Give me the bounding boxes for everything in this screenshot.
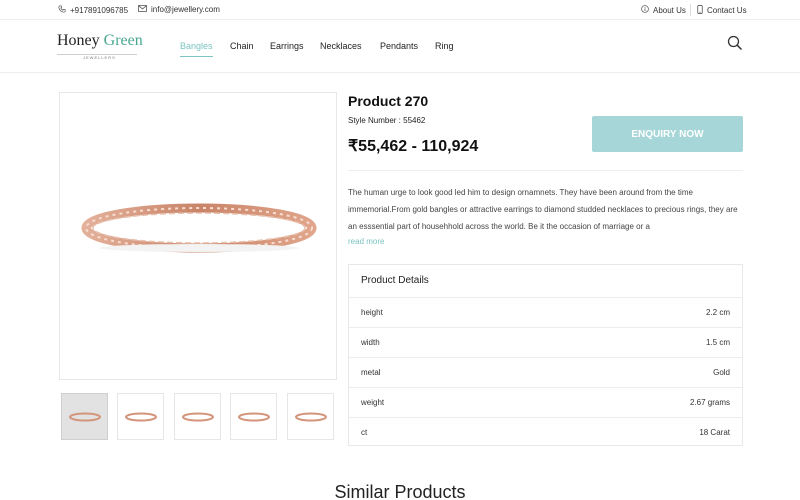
product-details-heading: Product Details: [361, 275, 429, 286]
topbar-divider: [690, 4, 691, 16]
logo-word-honey: Honey: [57, 32, 100, 49]
nav-item-chain[interactable]: Chain: [230, 41, 254, 51]
detail-value: 1.5 cm: [705, 338, 730, 347]
contact-us-link[interactable]: Contact Us: [697, 5, 747, 16]
nav-item-necklaces[interactable]: Necklaces: [320, 41, 362, 51]
detail-label: weight: [361, 398, 385, 407]
detail-label: metal: [361, 368, 381, 377]
product-details-table: Product Details height 2.2 cm width 1.5 …: [348, 264, 743, 446]
logo-tagline: JEWELLERS: [83, 55, 116, 60]
thumbnail-1[interactable]: [61, 393, 108, 440]
detail-value: 2.2 cm: [705, 308, 730, 317]
mobile-icon: [697, 5, 703, 16]
product-title: Product 270: [348, 93, 429, 109]
logo-word-green: Green: [103, 32, 143, 49]
info-icon: [641, 5, 649, 15]
table-row: ct 18 Carat: [349, 417, 742, 447]
nav-item-ring[interactable]: Ring: [435, 41, 454, 51]
detail-label: ct: [361, 428, 368, 437]
detail-label: width: [361, 338, 380, 347]
phone-text: +917891096785: [70, 5, 129, 15]
detail-value: 18 Carat: [699, 428, 730, 437]
nav-item-earrings[interactable]: Earrings: [270, 41, 304, 51]
bangle-image: [81, 203, 317, 253]
read-more-link[interactable]: read more: [348, 237, 384, 246]
thumbnail-4[interactable]: [230, 393, 277, 440]
product-description: The human urge to look good led him to d…: [348, 188, 738, 231]
info-divider: [348, 170, 743, 171]
table-row: height 2.2 cm: [349, 297, 742, 327]
email-contact[interactable]: info@jewellery.com: [138, 5, 220, 14]
about-us-label: About Us: [653, 5, 686, 15]
phone-icon: [58, 5, 66, 15]
thumbnail-3[interactable]: [174, 393, 221, 440]
detail-label: height: [361, 308, 383, 317]
site-header: Honey Green JEWELLERS Bangles Chain Earr…: [0, 21, 800, 73]
nav-item-bangles[interactable]: Bangles: [180, 41, 213, 57]
table-row: metal Gold: [349, 357, 742, 387]
search-icon[interactable]: [727, 35, 743, 51]
product-price: ₹55,462 - 110,924: [348, 138, 479, 155]
thumbnail-5[interactable]: [287, 393, 334, 440]
nav-item-pendants[interactable]: Pendants: [380, 41, 418, 51]
thumbnail-2[interactable]: [117, 393, 164, 440]
brand-logo[interactable]: Honey Green JEWELLERS: [57, 32, 143, 62]
phone-contact[interactable]: +917891096785: [58, 5, 128, 15]
contact-us-label: Contact Us: [707, 6, 747, 15]
mail-icon: [138, 5, 147, 14]
top-bar: +917891096785 info@jewellery.com About U…: [0, 0, 800, 20]
style-number: Style Number : 55462: [348, 116, 426, 125]
similar-products-heading: Similar Products: [334, 482, 466, 500]
logo-wordmark: Honey Green: [57, 32, 143, 50]
about-us-link[interactable]: About Us: [641, 5, 686, 15]
table-row: weight 2.67 grams: [349, 387, 742, 417]
email-text: info@jewellery.com: [151, 5, 220, 14]
product-main-image[interactable]: [59, 92, 337, 380]
table-row: width 1.5 cm: [349, 327, 742, 357]
detail-value: Gold: [713, 368, 730, 377]
detail-value: 2.67 grams: [689, 398, 730, 407]
enquiry-now-button[interactable]: ENQUIRY NOW: [592, 116, 743, 152]
